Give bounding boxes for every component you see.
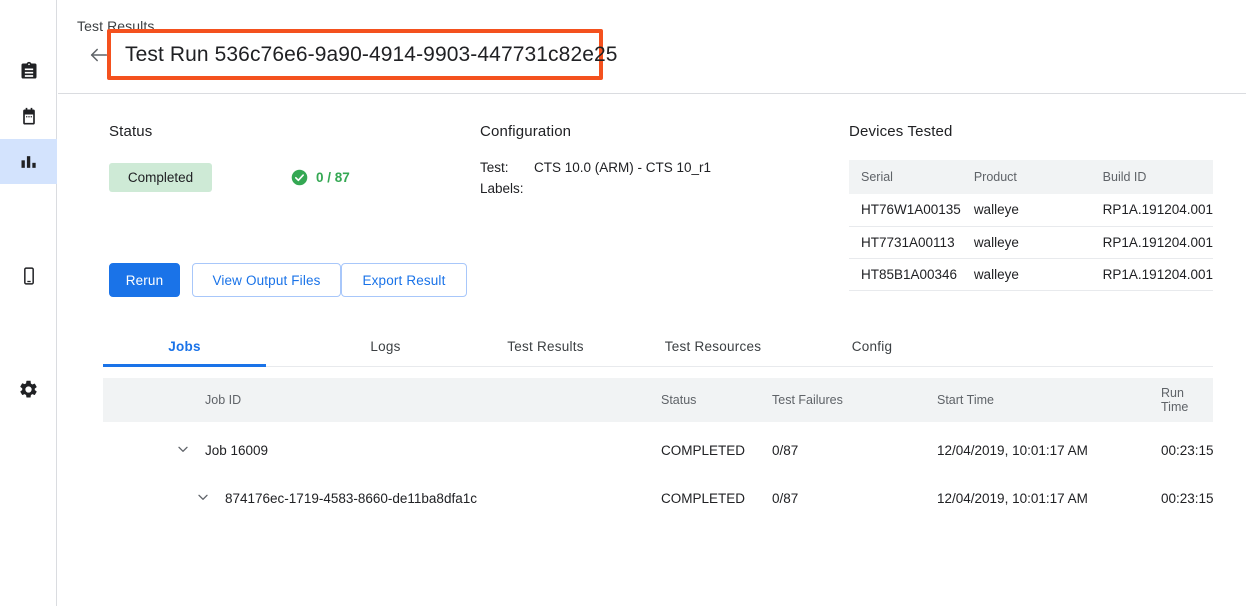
device-product: walleye <box>962 226 1091 258</box>
jobs-col-run-time: Run Time <box>1161 378 1213 422</box>
device-icon <box>19 266 39 286</box>
job-run-time: 00:23:15 <box>1161 426 1214 474</box>
devices-col-build-id: Build ID <box>1091 160 1213 194</box>
job-id: Job 16009 <box>205 426 268 474</box>
attempt-status: COMPLETED <box>661 474 745 522</box>
table-row: HT85B1A00346 walleye RP1A.191204.001 <box>849 258 1213 290</box>
test-failure-summary: 0 / 87 <box>291 163 350 192</box>
export-result-button[interactable]: Export Result <box>341 263 467 297</box>
configuration-row: Test: CTS 10.0 (ARM) - CTS 10_r1 <box>480 157 711 178</box>
devices-table-header-row: Serial Product Build ID <box>849 160 1213 194</box>
tab-config[interactable]: Config <box>817 326 927 367</box>
device-serial: HT85B1A00346 <box>849 258 962 290</box>
device-build-id: RP1A.191204.001 <box>1091 194 1213 226</box>
device-build-id: RP1A.191204.001 <box>1091 226 1213 258</box>
jobs-table-header: Job ID Status Test Failures Start Time R… <box>103 378 1213 422</box>
job-start-time: 12/04/2019, 10:01:17 AM <box>937 426 1088 474</box>
jobs-col-test-failures: Test Failures <box>772 378 843 422</box>
devices-col-product: Product <box>962 160 1091 194</box>
view-output-files-button[interactable]: View Output Files <box>192 263 341 297</box>
rerun-button[interactable]: Rerun <box>109 263 180 297</box>
configuration-list: Test: CTS 10.0 (ARM) - CTS 10_r1 Labels: <box>480 157 711 199</box>
title-highlight-box: Test Run 536c76e6-9a90-4914-9903-447731c… <box>107 29 603 80</box>
device-build-id: RP1A.191204.001 <box>1091 258 1213 290</box>
configuration-row: Labels: <box>480 178 711 199</box>
tab-test-resources[interactable]: Test Resources <box>631 326 795 367</box>
status-badge: Completed <box>109 163 212 192</box>
left-nav-sidebar <box>0 0 57 606</box>
bar-chart-icon <box>19 152 39 172</box>
page-header: Test Results Test Run 536c76e6-9a90-4914… <box>58 0 1246 94</box>
detail-tabs: Jobs Logs Test Results Test Resources Co… <box>103 326 1213 367</box>
job-status: COMPLETED <box>661 426 745 474</box>
job-expand-toggle[interactable] <box>175 426 191 474</box>
device-serial: HT76W1A00135 <box>849 194 962 226</box>
table-row[interactable]: 874176ec-1719-4583-8660-de11ba8dfa1c COM… <box>103 474 1213 522</box>
jobs-col-status: Status <box>661 378 696 422</box>
configuration-value: CTS 10.0 (ARM) - CTS 10_r1 <box>534 157 711 178</box>
table-row[interactable]: Job 16009 COMPLETED 0/87 12/04/2019, 10:… <box>103 426 1213 474</box>
chevron-down-icon <box>175 441 191 460</box>
tab-test-results[interactable]: Test Results <box>473 326 618 367</box>
table-row: HT76W1A00135 walleye RP1A.191204.001 <box>849 194 1213 226</box>
table-row: HT7731A00113 walleye RP1A.191204.001 <box>849 226 1213 258</box>
devices-section-heading: Devices Tested <box>849 123 953 140</box>
tab-logs[interactable]: Logs <box>325 326 446 367</box>
calendar-icon <box>19 107 39 127</box>
active-tab-indicator <box>103 364 266 367</box>
attempt-start-time: 12/04/2019, 10:01:17 AM <box>937 474 1088 522</box>
chevron-down-icon <box>195 489 211 508</box>
gear-icon <box>18 379 39 400</box>
sidebar-item-test-runs[interactable] <box>0 48 57 93</box>
job-test-failures: 0/87 <box>772 426 798 474</box>
attempt-test-failures: 0/87 <box>772 474 798 522</box>
jobs-col-start-time: Start Time <box>937 378 994 422</box>
check-circle-icon <box>291 169 308 186</box>
devices-col-serial: Serial <box>849 160 962 194</box>
configuration-section-heading: Configuration <box>480 123 571 140</box>
device-product: walleye <box>962 194 1091 226</box>
devices-tested-table: Serial Product Build ID HT76W1A00135 wal… <box>849 160 1213 291</box>
attempt-id: 874176ec-1719-4583-8660-de11ba8dfa1c <box>225 474 477 522</box>
jobs-col-job-id: Job ID <box>205 378 241 422</box>
sidebar-item-settings[interactable] <box>0 367 57 412</box>
page-title: Test Run 536c76e6-9a90-4914-9903-447731c… <box>125 43 618 67</box>
configuration-key: Labels: <box>480 178 534 199</box>
device-product: walleye <box>962 258 1091 290</box>
tab-jobs[interactable]: Jobs <box>103 326 266 367</box>
attempt-run-time: 00:23:15 <box>1161 474 1214 522</box>
configuration-key: Test: <box>480 157 534 178</box>
sidebar-item-devices[interactable] <box>0 253 57 298</box>
clipboard-icon <box>19 61 39 81</box>
test-run-details-page: Test Results Test Run 536c76e6-9a90-4914… <box>0 0 1246 606</box>
failure-count-text: 0 / 87 <box>316 170 350 185</box>
main-content: Status Completed 0 / 87 Rerun View Outpu… <box>58 95 1246 606</box>
sidebar-item-schedules[interactable] <box>0 94 57 139</box>
device-serial: HT7731A00113 <box>849 226 962 258</box>
sidebar-item-results[interactable] <box>0 139 57 184</box>
status-section-heading: Status <box>109 123 152 140</box>
attempt-expand-toggle[interactable] <box>195 474 211 522</box>
